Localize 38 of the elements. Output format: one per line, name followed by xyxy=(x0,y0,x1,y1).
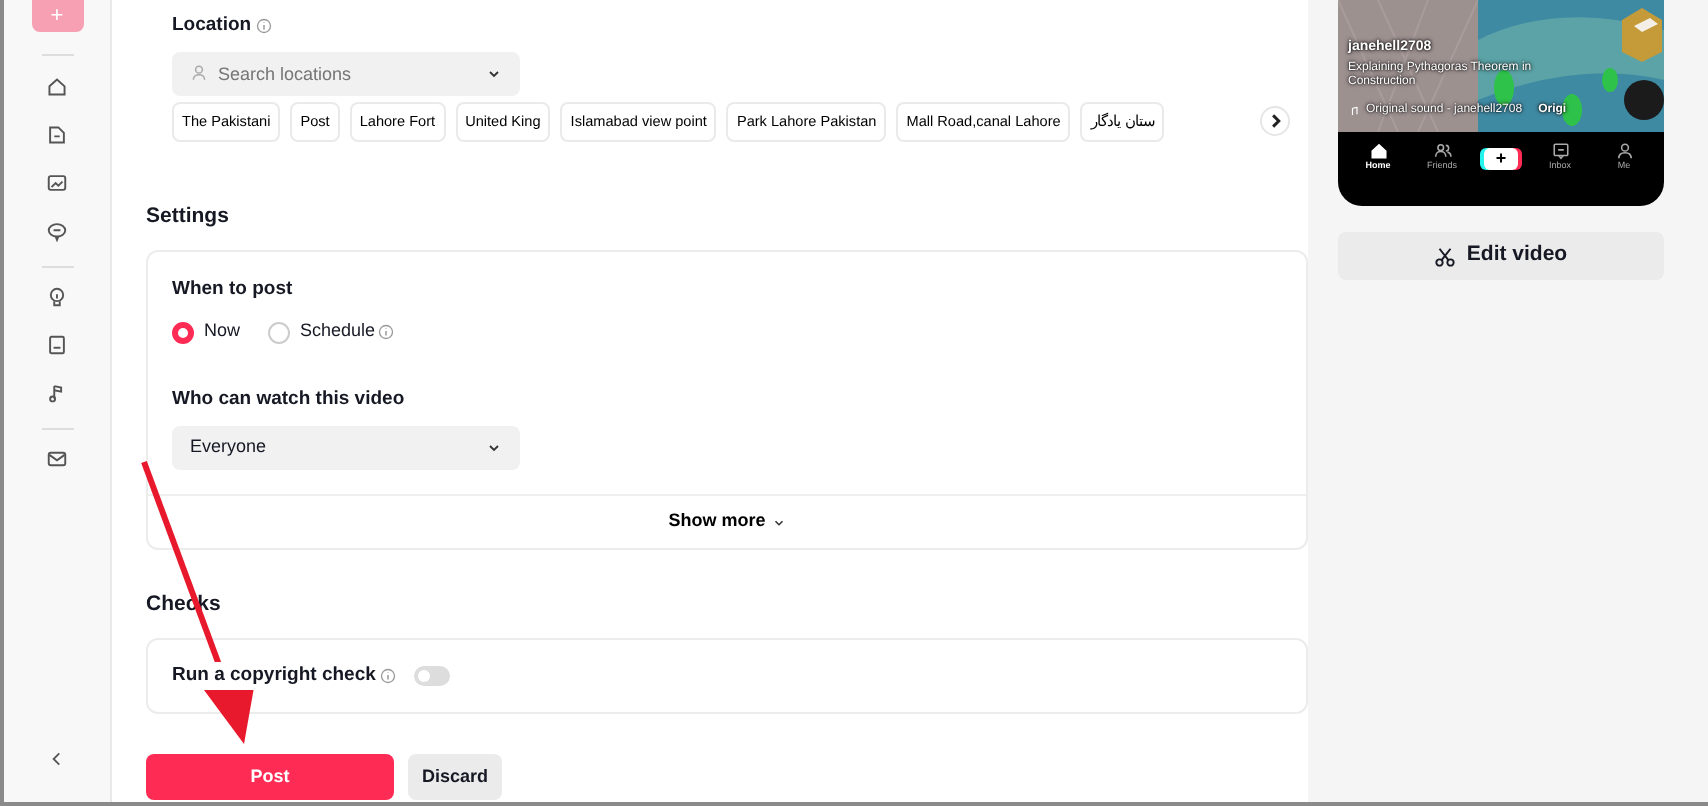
person-icon xyxy=(190,64,208,83)
edit-video-button[interactable]: Edit video xyxy=(1338,232,1664,280)
radio-button[interactable] xyxy=(268,321,291,343)
info-icon[interactable] xyxy=(377,324,394,340)
friends-icon xyxy=(1433,142,1451,161)
settings-heading: Settings xyxy=(146,202,231,233)
field-label: Who can watch this video xyxy=(172,385,405,414)
location-search-field[interactable]: Search locations xyxy=(172,52,520,97)
book-icon[interactable] xyxy=(46,334,68,356)
radio-option[interactable]: Now xyxy=(172,318,241,346)
inbox-icon xyxy=(1551,142,1569,161)
home-icon[interactable] xyxy=(46,76,68,98)
mail-icon[interactable] xyxy=(46,448,68,470)
info-icon[interactable] xyxy=(379,667,396,684)
radio-button[interactable] xyxy=(172,321,194,343)
chevron-down-icon xyxy=(771,515,786,529)
chat-icon[interactable] xyxy=(46,220,68,242)
create-video-button[interactable]: + xyxy=(1484,147,1518,169)
folder-icon[interactable] xyxy=(46,124,68,146)
image-icon[interactable] xyxy=(46,172,68,194)
lightbulb-icon[interactable] xyxy=(46,286,68,308)
chevron-down-icon xyxy=(486,440,502,456)
home-icon xyxy=(1369,142,1387,161)
radio-option[interactable]: Schedule xyxy=(268,318,394,346)
copyright-label: Run a copyright check xyxy=(172,661,376,690)
scissors-icon xyxy=(1434,245,1457,267)
location-label: Location xyxy=(172,12,252,40)
audience-dropdown[interactable]: Everyone xyxy=(172,426,520,470)
discard-button[interactable]: Discard xyxy=(408,753,502,800)
post-button[interactable]: Post xyxy=(146,753,394,800)
info-icon[interactable] xyxy=(255,18,272,35)
music-icon[interactable] xyxy=(46,382,68,404)
show-more-button[interactable]: Show more xyxy=(668,508,786,536)
toggle-switch[interactable] xyxy=(413,665,450,686)
chevron-down-icon xyxy=(486,66,502,83)
next-icon[interactable] xyxy=(1260,106,1290,136)
field-label: When to post xyxy=(172,276,293,304)
me-icon xyxy=(1615,142,1633,161)
